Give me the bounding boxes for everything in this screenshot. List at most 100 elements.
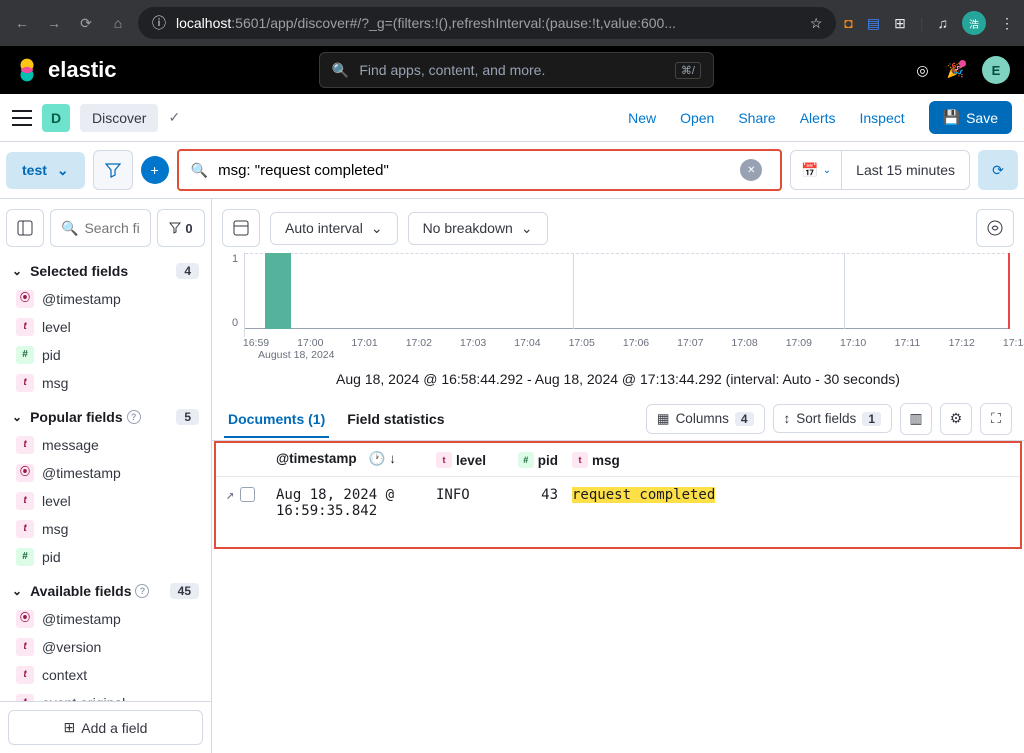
sidebar-toggle-icon[interactable] — [6, 209, 44, 247]
add-filter-button[interactable]: + — [141, 156, 169, 184]
available-fields-header[interactable]: ⌄Available fields? 45 — [0, 577, 211, 605]
th-timestamp[interactable]: @timestamp 🕐 ↓ — [276, 451, 436, 468]
field-type-icon: ⦿ — [16, 610, 34, 628]
dataview-selector[interactable]: test ⌄ — [6, 152, 85, 189]
timerange-picker[interactable]: 📅 ⌄ Last 15 minutes — [790, 150, 970, 190]
x-tick: 16:59 — [243, 337, 269, 349]
star-icon[interactable]: ☆ — [810, 15, 823, 32]
breakdown-selector[interactable]: No breakdown⌄ — [408, 212, 548, 245]
field-item[interactable]: #pid — [0, 543, 211, 571]
field-item[interactable]: #pid — [0, 341, 211, 369]
x-axis: 16:5917:0017:0117:0217:0317:0417:0517:06… — [232, 337, 1010, 351]
chart-toggle-icon[interactable] — [222, 209, 260, 247]
field-item[interactable]: tmsg — [0, 515, 211, 543]
row-checkbox[interactable] — [240, 487, 255, 502]
table-header: @timestamp 🕐 ↓ t level # pid t msg — [216, 443, 1020, 477]
field-type-icon: t — [16, 436, 34, 454]
display-options-icon[interactable]: ▥ — [900, 403, 932, 435]
extensions-icon[interactable]: ⊞ — [894, 15, 906, 32]
chevron-down-icon[interactable]: ✓ — [168, 109, 180, 126]
extension-metamask-icon[interactable]: ◘ — [844, 15, 852, 31]
field-item[interactable]: tlevel — [0, 487, 211, 515]
field-item[interactable]: ⦿@timestamp — [0, 605, 211, 633]
kql-input[interactable] — [218, 162, 740, 179]
field-type-icon: t — [16, 318, 34, 336]
profile-avatar-icon[interactable]: 浩 — [962, 11, 986, 35]
result-tabs: Documents (1) Field statistics ▦ Columns… — [212, 397, 1024, 441]
histogram-chart[interactable]: 1 0 — [232, 253, 1010, 337]
fullscreen-icon[interactable]: ⛶ — [980, 403, 1012, 435]
app-name-button[interactable]: Discover — [80, 104, 158, 132]
nav-toggle-icon[interactable] — [12, 110, 32, 126]
site-info-icon[interactable]: ⓘ — [152, 13, 166, 33]
sort-icon: ↕ — [784, 411, 791, 426]
new-link[interactable]: New — [628, 110, 656, 126]
browser-chrome: ← → ⟳ ⌂ ⓘ localhost:5601/app/discover#/?… — [0, 0, 1024, 46]
popular-fields-header[interactable]: ⌄Popular fields? 5 — [0, 403, 211, 431]
field-item[interactable]: tcontext — [0, 661, 211, 689]
user-avatar[interactable]: E — [982, 56, 1010, 84]
field-item[interactable]: t@version — [0, 633, 211, 661]
x-tick: 17:00 — [297, 337, 323, 349]
add-field-button[interactable]: ⊞ Add a field — [8, 710, 203, 745]
help-icon[interactable]: ◎ — [916, 62, 928, 79]
space-badge[interactable]: D — [42, 104, 70, 132]
x-tick: 17:06 — [623, 337, 649, 349]
forward-icon[interactable]: → — [42, 11, 66, 35]
field-search[interactable]: 🔍 — [50, 209, 151, 247]
back-icon[interactable]: ← — [10, 11, 34, 35]
share-link[interactable]: Share — [738, 110, 775, 126]
open-link[interactable]: Open — [680, 110, 714, 126]
alerts-link[interactable]: Alerts — [800, 110, 836, 126]
save-button[interactable]: 💾 Save — [929, 101, 1012, 134]
field-item[interactable]: tmsg — [0, 369, 211, 397]
filter-icon-button[interactable] — [93, 150, 133, 190]
table-row[interactable]: ↗Aug 18, 2024 @ 16:59:35.842INFO43reques… — [216, 477, 1020, 547]
reload-icon[interactable]: ⟳ — [74, 11, 98, 35]
field-type-icon: t — [16, 638, 34, 656]
columns-button[interactable]: ▦ Columns 4 — [646, 404, 765, 434]
field-type-icon: ⦿ — [16, 464, 34, 482]
chevron-down-icon: ⌄ — [521, 220, 533, 237]
address-bar[interactable]: ⓘ localhost:5601/app/discover#/?_g=(filt… — [138, 7, 836, 39]
app-header: D Discover ✓ New Open Share Alerts Inspe… — [0, 94, 1024, 142]
field-item[interactable]: tmessage — [0, 431, 211, 459]
calendar-icon[interactable]: 📅 ⌄ — [791, 151, 842, 189]
field-item[interactable]: tevent.original — [0, 689, 211, 701]
menu-icon[interactable]: ⋮ — [1000, 15, 1014, 32]
sort-button[interactable]: ↕ Sort fields 1 — [773, 404, 892, 433]
query-bar: test ⌄ + 🔍 ✕ 📅 ⌄ Last 15 minutes ⟳ — [0, 142, 1024, 198]
brand-text: elastic — [48, 57, 117, 83]
inspect-link[interactable]: Inspect — [860, 110, 905, 126]
expand-row-icon[interactable]: ↗ — [226, 487, 234, 503]
x-tick: 17:13 — [1003, 337, 1024, 349]
lens-edit-icon[interactable] — [976, 209, 1014, 247]
field-name: context — [42, 667, 87, 683]
home-icon[interactable]: ⌂ — [106, 11, 130, 35]
field-name: level — [42, 319, 71, 335]
interval-selector[interactable]: Auto interval⌄ — [270, 212, 398, 245]
elastic-topbar: elastic 🔍 Find apps, content, and more. … — [0, 46, 1024, 94]
x-tick: 17:07 — [677, 337, 703, 349]
global-search[interactable]: 🔍 Find apps, content, and more. ⌘/ — [319, 52, 714, 88]
newsfeed-icon[interactable]: 🎉 — [947, 62, 964, 79]
field-item[interactable]: tlevel — [0, 313, 211, 341]
th-level[interactable]: t level — [436, 451, 508, 468]
field-name: msg — [42, 375, 68, 391]
field-filter-button[interactable]: 0 — [157, 209, 205, 247]
search-icon: 🔍 — [332, 62, 349, 79]
extension-translate-icon[interactable]: ▤ — [867, 15, 880, 32]
chart-caption: Aug 18, 2024 @ 16:58:44.292 - Aug 18, 20… — [212, 361, 1024, 397]
tab-documents[interactable]: Documents (1) — [224, 401, 329, 437]
field-item[interactable]: ⦿@timestamp — [0, 459, 211, 487]
settings-icon[interactable]: ⚙ — [940, 403, 972, 435]
x-tick: 17:01 — [351, 337, 377, 349]
elastic-logo[interactable]: elastic — [14, 57, 117, 83]
refresh-button[interactable]: ⟳ — [978, 150, 1018, 190]
media-icon[interactable]: ♫ — [938, 15, 949, 31]
th-msg[interactable]: t msg — [572, 451, 1010, 468]
selected-fields-header[interactable]: ⌄Selected fields 4 — [0, 257, 211, 285]
th-pid[interactable]: # pid — [508, 451, 572, 468]
field-item[interactable]: ⦿@timestamp — [0, 285, 211, 313]
tab-field-statistics[interactable]: Field statistics — [343, 401, 448, 437]
